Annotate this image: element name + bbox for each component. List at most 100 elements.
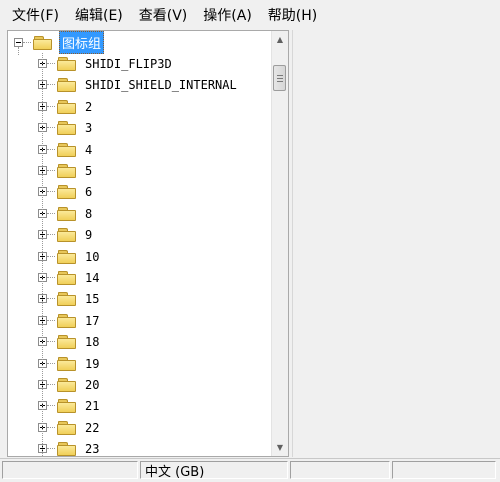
- status-cell-3: [290, 461, 390, 479]
- tree-node[interactable]: 3: [38, 117, 94, 138]
- tree-guide-line: [42, 53, 43, 456]
- tree-node-label[interactable]: 6: [83, 184, 94, 200]
- tree-node-label[interactable]: 14: [83, 270, 101, 286]
- tree-node[interactable]: 5: [38, 160, 94, 181]
- collapse-icon[interactable]: [14, 38, 23, 47]
- tree-node[interactable]: SHIDI_SHIELD_INTERNAL: [38, 74, 239, 95]
- folder-icon: [57, 184, 77, 200]
- menu-action[interactable]: 操作(A): [197, 3, 258, 27]
- vertical-scrollbar[interactable]: ▲ ▼: [271, 31, 288, 456]
- tree-connector: [47, 255, 55, 258]
- folder-icon: [57, 441, 77, 457]
- folder-icon: [57, 270, 77, 286]
- grip-line: [277, 75, 283, 76]
- tree-connector: [47, 276, 55, 279]
- tree-connector: [47, 105, 55, 108]
- tree-connector: [47, 297, 55, 300]
- folder-icon: [57, 206, 77, 222]
- tree-node[interactable]: 23: [38, 438, 101, 456]
- tree-node-label[interactable]: 5: [83, 163, 94, 179]
- tree-node[interactable]: 2: [38, 96, 94, 117]
- tree-node-label[interactable]: 20: [83, 377, 101, 393]
- folder-icon: [57, 99, 77, 115]
- folder-icon: [57, 77, 77, 93]
- tree-node-label[interactable]: 3: [83, 120, 94, 136]
- status-cell-4: [392, 461, 496, 479]
- folder-icon: [57, 142, 77, 158]
- tree-node-label[interactable]: SHIDI_SHIELD_INTERNAL: [83, 77, 239, 93]
- tree-connector: [23, 41, 31, 44]
- tree-node[interactable]: 20: [38, 374, 101, 395]
- status-cell-language: 中文 (GB): [140, 461, 288, 479]
- tree-node[interactable]: 15: [38, 288, 101, 309]
- tree-connector: [47, 233, 55, 236]
- menu-view[interactable]: 查看(V): [133, 3, 194, 27]
- tree-node[interactable]: 19: [38, 353, 101, 374]
- scroll-down-icon[interactable]: ▼: [272, 439, 288, 456]
- folder-icon: [57, 56, 77, 72]
- grip-line: [277, 78, 283, 79]
- tree-node-label[interactable]: 23: [83, 441, 101, 457]
- tree-node-label[interactable]: 2: [83, 99, 94, 115]
- tree-node-label[interactable]: 19: [83, 356, 101, 372]
- folder-open-icon: [33, 35, 53, 51]
- tree-node-label[interactable]: 4: [83, 142, 94, 158]
- folder-icon: [57, 356, 77, 372]
- grip-line: [277, 81, 283, 82]
- tree-node[interactable]: 22: [38, 417, 101, 438]
- tree-node[interactable]: 8: [38, 203, 94, 224]
- status-cell-main: [2, 461, 138, 479]
- tree-connector: [47, 190, 55, 193]
- tree-root-row[interactable]: 图标组: [14, 31, 105, 54]
- folder-icon: [57, 249, 77, 265]
- status-bar: 中文 (GB): [0, 458, 500, 482]
- tree-node[interactable]: 10: [38, 246, 101, 267]
- tree-node-label[interactable]: 15: [83, 291, 101, 307]
- tree-root-label[interactable]: 图标组: [59, 31, 105, 54]
- folder-icon: [57, 398, 77, 414]
- tree-node[interactable]: 14: [38, 267, 101, 288]
- tree-connector: [47, 169, 55, 172]
- folder-icon: [57, 313, 77, 329]
- tree-connector: [47, 447, 55, 450]
- tree-view[interactable]: 图标组 SHIDI_FLIP3D SHIDI_SHIELD_INTERNAL 2 3 4…: [7, 30, 289, 457]
- tree-node[interactable]: 4: [38, 139, 94, 160]
- tree-connector: [47, 212, 55, 215]
- menu-edit[interactable]: 编辑(E): [69, 3, 129, 27]
- tree-connector: [47, 83, 55, 86]
- tree-connector: [47, 404, 55, 407]
- tree-node[interactable]: 18: [38, 331, 101, 352]
- tree-node-label[interactable]: 21: [83, 398, 101, 414]
- tree-node-label[interactable]: 8: [83, 206, 94, 222]
- tree-connector: [47, 362, 55, 365]
- folder-icon: [57, 291, 77, 307]
- tree-node-label[interactable]: 18: [83, 334, 101, 350]
- scroll-up-icon[interactable]: ▲: [272, 31, 288, 48]
- detail-pane: [292, 30, 500, 457]
- tree-node[interactable]: 17: [38, 310, 101, 331]
- tree-connector: [47, 319, 55, 322]
- menu-help[interactable]: 帮助(H): [262, 3, 323, 27]
- tree-node[interactable]: 21: [38, 395, 101, 416]
- folder-icon: [57, 163, 77, 179]
- tree-connector: [47, 148, 55, 151]
- tree-node[interactable]: 6: [38, 181, 94, 202]
- tree-node-label[interactable]: 22: [83, 420, 101, 436]
- folder-icon: [57, 377, 77, 393]
- folder-icon: [57, 420, 77, 436]
- tree-node-label[interactable]: 9: [83, 227, 94, 243]
- tree-guide-line: [18, 47, 19, 55]
- tree-connector: [47, 383, 55, 386]
- tree-node[interactable]: SHIDI_FLIP3D: [38, 53, 174, 74]
- scroll-thumb[interactable]: [273, 65, 286, 91]
- tree-content: 图标组 SHIDI_FLIP3D SHIDI_SHIELD_INTERNAL 2 3 4…: [8, 31, 271, 456]
- folder-icon: [57, 334, 77, 350]
- menu-file[interactable]: 文件(F): [6, 3, 65, 27]
- folder-icon: [57, 120, 77, 136]
- tree-node-label[interactable]: 10: [83, 249, 101, 265]
- tree-node-label[interactable]: 17: [83, 313, 101, 329]
- tree-connector: [47, 126, 55, 129]
- tree-node[interactable]: 9: [38, 224, 94, 245]
- tree-node-label[interactable]: SHIDI_FLIP3D: [83, 56, 174, 72]
- tree-connector: [47, 426, 55, 429]
